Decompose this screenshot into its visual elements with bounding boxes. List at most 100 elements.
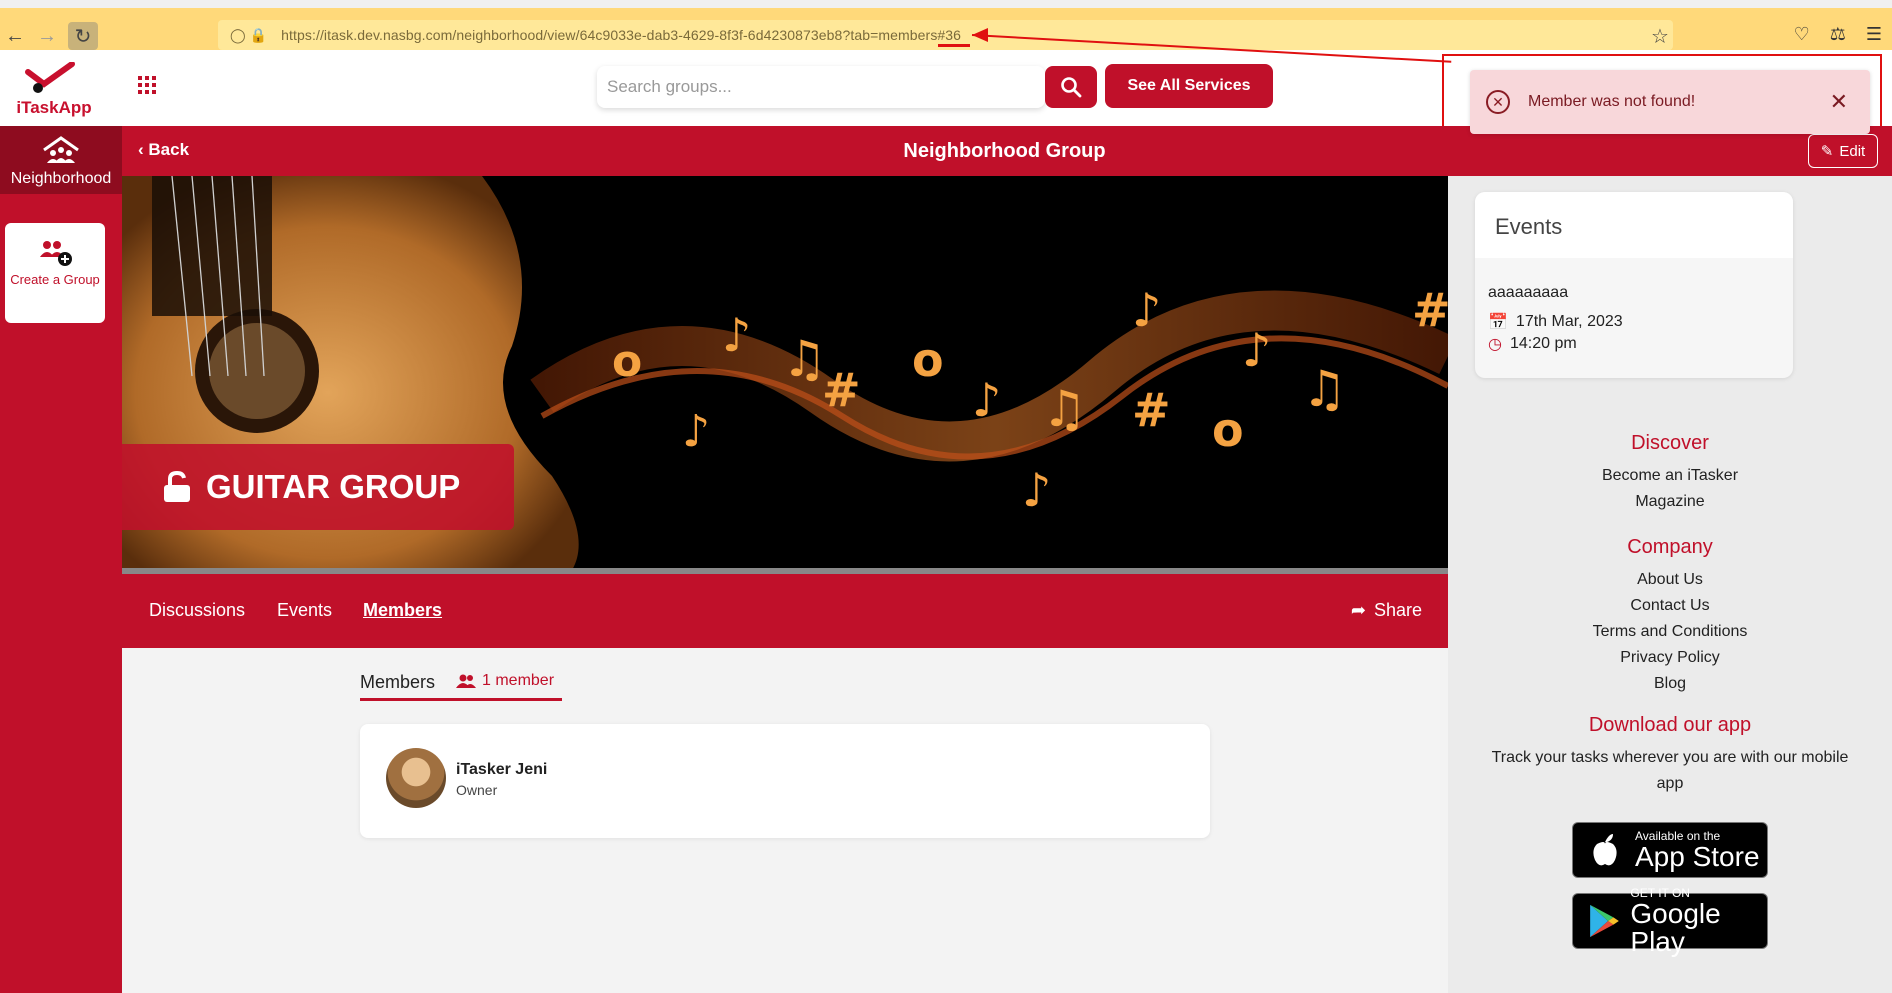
- sidebar-item-neighborhood[interactable]: Neighborhood: [0, 126, 122, 194]
- create-group-button[interactable]: Create a Group: [5, 223, 105, 323]
- svg-text:o: o: [912, 333, 944, 387]
- lock-icon: 🔒: [249, 26, 268, 43]
- group-tab-bar: Discussions Events Members ➦ Share: [122, 574, 1448, 648]
- svg-text:♪: ♪: [1022, 463, 1051, 517]
- svg-text:♫: ♫: [1042, 380, 1087, 438]
- right-panel: Events aaaaaaaaa 📅 17th Mar, 2023 ◷ 14:2…: [1448, 176, 1892, 993]
- footer-link[interactable]: About Us: [1448, 567, 1892, 593]
- back-arrow-icon[interactable]: ←: [0, 22, 30, 50]
- create-group-label: Create a Group: [10, 272, 100, 287]
- svg-text:#: #: [1132, 383, 1171, 437]
- members-count-label: 1 member: [482, 672, 555, 689]
- url-text: https://itask.dev.nasbg.com/neighborhood…: [281, 27, 962, 43]
- svg-text:o: o: [1212, 403, 1244, 457]
- google-play-icon: [1590, 904, 1619, 938]
- download-text: Track your tasks wherever you are with o…: [1491, 749, 1849, 792]
- forward-arrow-icon[interactable]: →: [32, 22, 62, 50]
- neighborhood-icon: [43, 136, 79, 163]
- browser-toolbar: ← → ↻ ◯ 🔒 https://itask.dev.nasbg.com/ne…: [0, 0, 1892, 50]
- event-date: 17th Mar, 2023: [1515, 313, 1623, 330]
- members-count[interactable]: 1 member: [456, 672, 554, 690]
- events-widget-title: Events: [1475, 192, 1793, 258]
- svg-text:♪: ♪: [722, 308, 751, 362]
- svg-text:#: #: [822, 363, 861, 417]
- footer-download: Download our app Track your tasks wherev…: [1448, 714, 1892, 797]
- footer-link[interactable]: Become an iTasker: [1448, 463, 1892, 489]
- group-name: GUITAR GROUP: [206, 468, 461, 505]
- search-icon: [1061, 77, 1082, 98]
- app-store-big: App Store: [1635, 841, 1760, 872]
- tab-events[interactable]: Events: [277, 600, 332, 621]
- search-input[interactable]: [597, 66, 1037, 108]
- svg-text:♫: ♫: [1302, 360, 1347, 418]
- page-title: Neighborhood Group: [903, 140, 1106, 162]
- edit-label: Edit: [1839, 142, 1866, 160]
- svg-text:♫: ♫: [782, 330, 827, 388]
- logo-text: iTaskApp: [16, 98, 92, 117]
- member-role: Owner: [456, 782, 498, 798]
- edit-button[interactable]: ✎ Edit: [1808, 134, 1878, 168]
- logo-mark-icon: [25, 61, 75, 93]
- events-widget: Events aaaaaaaaa 📅 17th Mar, 2023 ◷ 14:2…: [1475, 192, 1793, 378]
- company-heading: Company: [1627, 536, 1713, 558]
- event-time: 14:20 pm: [1509, 335, 1577, 352]
- tab-members[interactable]: Members: [363, 600, 442, 621]
- svg-text:#: #: [1412, 283, 1448, 337]
- event-date-row: 📅 17th Mar, 2023: [1488, 312, 1623, 332]
- footer-link[interactable]: Magazine: [1448, 489, 1892, 515]
- download-heading: Download our app: [1588, 714, 1752, 736]
- svg-text:♪: ♪: [682, 406, 710, 457]
- svg-text:♪: ♪: [1132, 283, 1161, 337]
- menu-icon[interactable]: ☰: [1866, 24, 1882, 45]
- members-tab-underline: [360, 698, 562, 701]
- annotation-arrowhead: [972, 28, 988, 42]
- bookmark-star-icon[interactable]: ☆: [1645, 22, 1675, 50]
- reload-icon[interactable]: ↻: [68, 22, 98, 50]
- extensions-icon[interactable]: ⚖: [1830, 24, 1846, 45]
- google-play-button[interactable]: GET IT ON Google Play: [1572, 886, 1768, 956]
- clock-icon: ◷: [1488, 336, 1502, 353]
- sidebar-item-label: Neighborhood: [10, 170, 112, 187]
- calendar-icon: 📅: [1488, 314, 1508, 331]
- share-label: Share: [1373, 600, 1422, 620]
- pocket-icon[interactable]: ♡: [1794, 24, 1810, 45]
- error-toast: ✕ Member was not found! ✕: [1470, 70, 1870, 134]
- google-play-big: Google Play: [1630, 898, 1721, 957]
- svg-text:♪: ♪: [1242, 323, 1271, 377]
- footer-link[interactable]: Contact Us: [1448, 593, 1892, 619]
- tab-discussions[interactable]: Discussions: [149, 600, 245, 621]
- add-group-icon: [40, 241, 72, 266]
- group-name-banner: GUITAR GROUP: [122, 444, 514, 530]
- svg-text:o: o: [612, 336, 642, 387]
- share-icon: ➦: [1350, 600, 1366, 620]
- error-circle-icon: ✕: [1486, 90, 1510, 114]
- avatar: [386, 748, 446, 808]
- svg-text:♪: ♪: [972, 373, 1001, 427]
- event-time-row: ◷ 14:20 pm: [1488, 334, 1577, 354]
- close-icon[interactable]: ✕: [1830, 89, 1848, 115]
- unlock-icon: [164, 471, 190, 502]
- event-name[interactable]: aaaaaaaaa: [1488, 284, 1568, 302]
- pencil-icon: ✎: [1820, 143, 1834, 160]
- toast-message: Member was not found!: [1528, 93, 1696, 110]
- left-sidebar: Neighborhood Create a Group: [0, 126, 122, 993]
- footer-discover: Discover Become an iTasker Magazine: [1448, 432, 1892, 515]
- shield-icon: ◯: [230, 26, 246, 43]
- itaskapp-logo[interactable]: iTaskApp: [14, 61, 94, 118]
- see-all-services-button[interactable]: See All Services: [1105, 64, 1273, 108]
- annotation-underline: [938, 44, 970, 47]
- share-button[interactable]: ➦ Share: [1351, 600, 1422, 621]
- group-banner-image: o ♪ ♫ # o ♪ ♫ # o ♪ ♪ ♫ # o ♪ ♪ ♪ GUITAR…: [122, 176, 1448, 570]
- discover-heading: Discover: [1631, 432, 1709, 454]
- footer-link[interactable]: Blog: [1448, 671, 1892, 697]
- apps-grid-icon[interactable]: [138, 76, 156, 94]
- search-box: [597, 66, 1045, 108]
- member-card[interactable]: iTasker Jeni Owner: [360, 724, 1210, 838]
- member-name: iTasker Jeni: [456, 761, 548, 778]
- app-store-button[interactable]: Available on the App Store: [1572, 822, 1768, 878]
- search-button[interactable]: [1045, 66, 1097, 108]
- users-icon: [456, 674, 476, 688]
- footer-link[interactable]: Privacy Policy: [1448, 645, 1892, 671]
- footer-link[interactable]: Terms and Conditions: [1448, 619, 1892, 645]
- footer-company: Company About Us Contact Us Terms and Co…: [1448, 536, 1892, 697]
